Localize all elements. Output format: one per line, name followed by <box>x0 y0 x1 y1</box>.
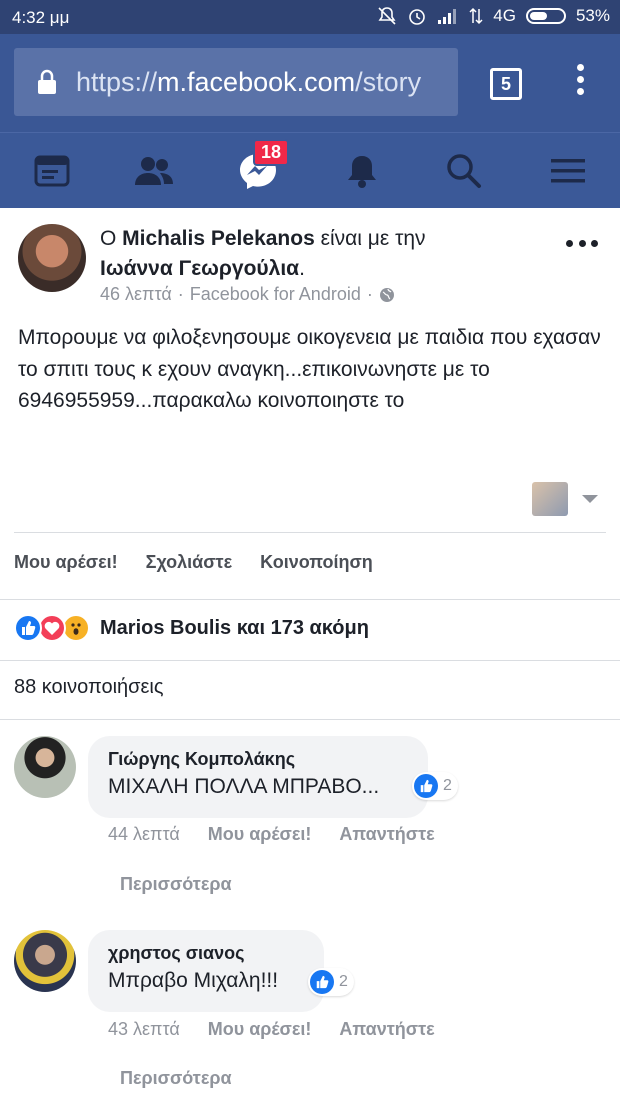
comment-author-avatar[interactable] <box>14 930 76 992</box>
divider <box>0 660 620 661</box>
mute-icon <box>378 7 396 25</box>
post-tagged-suffix: . <box>299 257 305 280</box>
data-arrows-icon <box>469 7 483 25</box>
share-button[interactable]: Κοινοποίηση <box>260 552 373 573</box>
url-host: m.facebook.com <box>157 66 356 97</box>
meta-separator: · <box>366 284 373 304</box>
divider <box>0 599 620 600</box>
status-icons: 4G 53% <box>377 6 610 26</box>
globe-icon <box>379 287 394 302</box>
post-body-text: Μπορουμε να φιλοξενησουμε οικογενεια με … <box>18 326 601 412</box>
battery-fill <box>529 12 547 20</box>
lock-icon <box>38 69 56 94</box>
status-time: 4:32 μμ <box>12 8 70 27</box>
post-prefix: Ο <box>100 227 123 250</box>
like-reaction-icon <box>310 970 334 994</box>
viewer-avatar-thumbnail[interactable] <box>532 482 568 516</box>
comment-like-button[interactable]: Μου αρέσει! <box>208 1019 312 1040</box>
comment-like-number: 2 <box>443 777 452 794</box>
comment-time[interactable]: 43 λεπτά <box>108 1019 180 1040</box>
comment-button[interactable]: Σχολιάστε <box>146 552 232 573</box>
news-feed-icon[interactable] <box>28 147 76 195</box>
post-time[interactable]: 46 λεπτά <box>100 284 172 305</box>
divider <box>14 532 606 533</box>
like-button[interactable]: Μου αρέσει! <box>14 552 118 573</box>
comment-like-button[interactable]: Μου αρέσει! <box>208 824 312 845</box>
comment-reply-button[interactable]: Απαντήστε <box>339 1019 434 1040</box>
comment-time[interactable]: 44 λεπτά <box>108 824 180 845</box>
post-source: Facebook for Android <box>189 284 361 304</box>
network-type: 4G <box>493 6 516 25</box>
comment-bubble[interactable]: Γιώργης Κομπολάκης ΜΙΧΑΛΗ ΠΟΛΛΑ ΜΠΡΑΒΟ..… <box>88 736 428 818</box>
like-reaction-icon <box>414 774 438 798</box>
notifications-bell-icon[interactable] <box>338 147 386 195</box>
shares-count[interactable]: 88 κοινοποιήσεις <box>14 676 164 699</box>
hamburger-menu-icon[interactable] <box>544 147 592 195</box>
comment-text: ΜΙΧΑΛΗ ΠΟΛΛΑ ΜΠΡΑΒΟ... <box>108 775 380 798</box>
post-with-text: είναι με την <box>314 227 426 250</box>
url-field[interactable]: https://m.facebook.com/story <box>14 48 458 116</box>
comment-author-name[interactable]: Γιώργης Κομπολάκης <box>108 746 408 772</box>
post-meta: 46 λεπτά · Facebook for Android · <box>100 284 395 305</box>
signal-icon <box>438 9 457 24</box>
comment-like-count[interactable]: 2 <box>308 968 354 996</box>
facebook-nav-bar: 18 <box>0 132 620 208</box>
browser-menu-button[interactable] <box>572 64 588 104</box>
url-scheme: https:// <box>76 66 158 97</box>
comment-like-count[interactable]: 2 <box>412 772 458 800</box>
post-author-link[interactable]: Michalis Pelekanos <box>122 227 315 250</box>
url-path: /story <box>355 66 422 97</box>
reactions-summary[interactable]: Marios Boulis και 173 ακόμη <box>14 614 369 642</box>
messenger-badge: 18 <box>253 139 290 166</box>
post-actions: Μου αρέσει! Σχολιάστε Κοινοποίηση <box>14 552 373 573</box>
comment-like-number: 2 <box>339 973 348 990</box>
status-bar: 4:32 μμ 4G 53% <box>0 0 620 34</box>
wow-reaction-icon <box>62 614 90 642</box>
battery-icon <box>525 8 566 24</box>
comment-meta: 43 λεπτά Μου αρέσει! Απαντήστε <box>108 1019 463 1040</box>
search-icon[interactable] <box>440 147 488 195</box>
comment-meta: 44 λεπτά Μου αρέσει! Απαντήστε <box>108 824 463 845</box>
post-header: Ο Michalis Pelekanos είναι με την Ιωάννα… <box>100 224 550 284</box>
friends-icon[interactable] <box>130 147 178 195</box>
url-text: https://m.facebook.com/story <box>76 67 421 98</box>
like-reaction-icon <box>14 614 42 642</box>
post-options-button[interactable] <box>566 240 598 250</box>
battery-percent: 53% <box>575 6 610 25</box>
comment-author-name[interactable]: χρηστος σιανος <box>108 940 304 966</box>
browser-toolbar: https://m.facebook.com/story 5 <box>0 34 620 132</box>
chevron-down-icon[interactable] <box>582 495 598 503</box>
comment-author-avatar[interactable] <box>14 736 76 798</box>
post-tagged-link[interactable]: Ιωάννα Γεωργούλια <box>100 257 299 280</box>
comment-more-button[interactable]: Περισσότερα <box>120 1068 232 1089</box>
alarm-icon <box>409 9 426 25</box>
divider <box>0 719 620 720</box>
comment-reply-button[interactable]: Απαντήστε <box>339 824 434 845</box>
comment-text: Μπραβο Μιχαλη!!! <box>108 969 279 992</box>
meta-separator: · <box>177 284 184 304</box>
comment-bubble[interactable]: χρηστος σιανος Μπραβο Μιχαλη!!! <box>88 930 324 1012</box>
love-reaction-icon <box>38 614 66 642</box>
tab-switcher-button[interactable]: 5 <box>490 68 522 100</box>
comment-more-button[interactable]: Περισσότερα <box>120 874 232 895</box>
post-author-avatar[interactable] <box>18 224 86 292</box>
reactions-summary-text: Marios Boulis και 173 ακόμη <box>100 616 369 639</box>
